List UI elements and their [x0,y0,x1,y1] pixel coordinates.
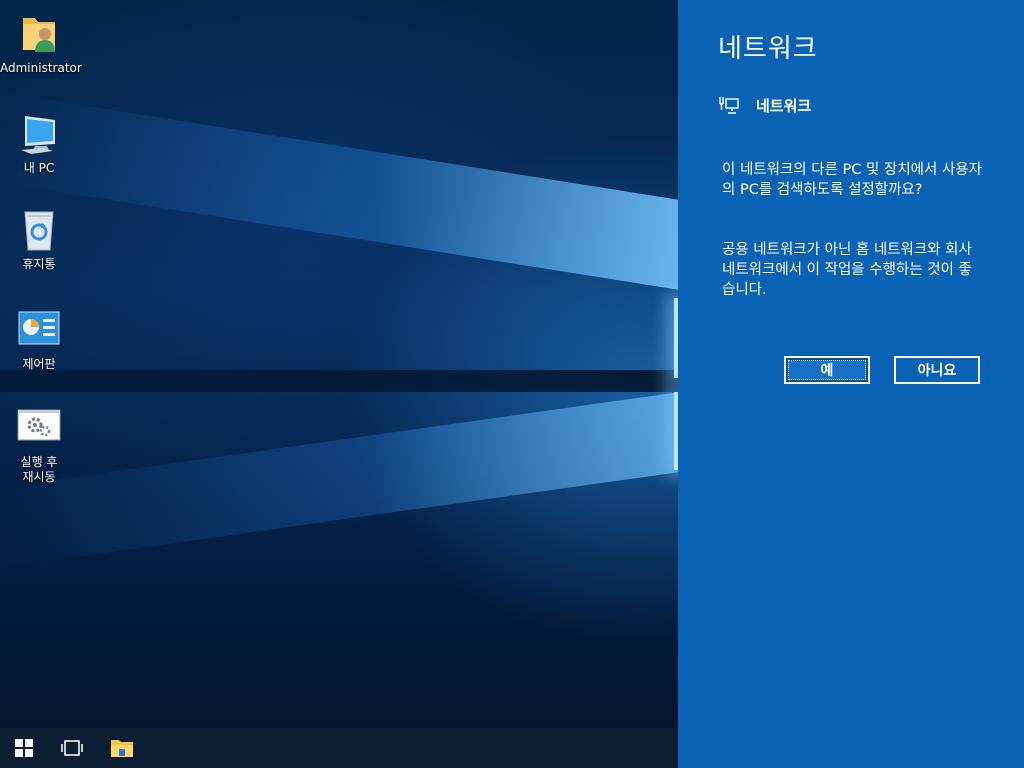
file-explorer-icon [111,740,133,757]
desktop-icon-label: 제어판 [22,357,56,371]
network-flyout: 네트워크 네트워크 이 네트워크의 다른 PC 및 장치에서 사용자의 PC를 … [678,0,1024,768]
user-folder-icon [23,18,55,52]
desktop-icon-this-pc[interactable]: 내 PC [0,110,78,176]
taskbar [0,728,678,768]
desktop-icon-label: 휴지통 [22,257,56,271]
window-frame-shadow [0,370,680,392]
recycle-bin-icon [24,211,54,251]
start-button[interactable] [0,728,48,768]
discovery-question: 이 네트워크의 다른 PC 및 장치에서 사용자의 PC를 검색하도록 설정할까… [722,162,982,198]
desktop-icon-label: Administrator [0,61,82,75]
yes-button-label: 예 [820,363,834,379]
windows-start-icon [15,739,33,757]
control-panel-icon [18,311,60,345]
computer-icon [21,116,55,154]
light-beam-lower [0,392,680,568]
desktop-icon-label-line2: 재시동 [22,470,56,484]
desktop-icon-administrator[interactable]: Administrator [0,10,82,76]
file-explorer-button[interactable] [98,728,146,768]
task-view-button[interactable] [48,728,96,768]
desktop-icon-label: 내 PC [23,161,55,175]
panel-title: 네트워크 [718,34,818,64]
network-name: 네트워크 [756,96,812,115]
task-view-icon [61,740,83,756]
light-beam-upper [0,92,680,290]
ethernet-icon [719,97,739,114]
no-button-label: 아니요 [917,363,957,379]
yes-button[interactable]: 예 [784,356,870,384]
desktop-icon-label-line1: 실행 후 [20,455,58,469]
discovery-recommendation: 공용 네트워크가 아닌 홈 네트워크와 회사 네트워크에서 이 작업을 수행하는… [722,242,972,298]
network-item: 네트워크 [718,94,811,116]
desktop-icon-run-restart[interactable]: 실행 후 재시동 [0,404,78,485]
desktop-icon-control-panel[interactable]: 제어판 [0,306,78,372]
gears-icon [17,409,61,441]
desktop-icon-recycle-bin[interactable]: 휴지통 [0,206,78,272]
no-button[interactable]: 아니요 [894,356,980,384]
